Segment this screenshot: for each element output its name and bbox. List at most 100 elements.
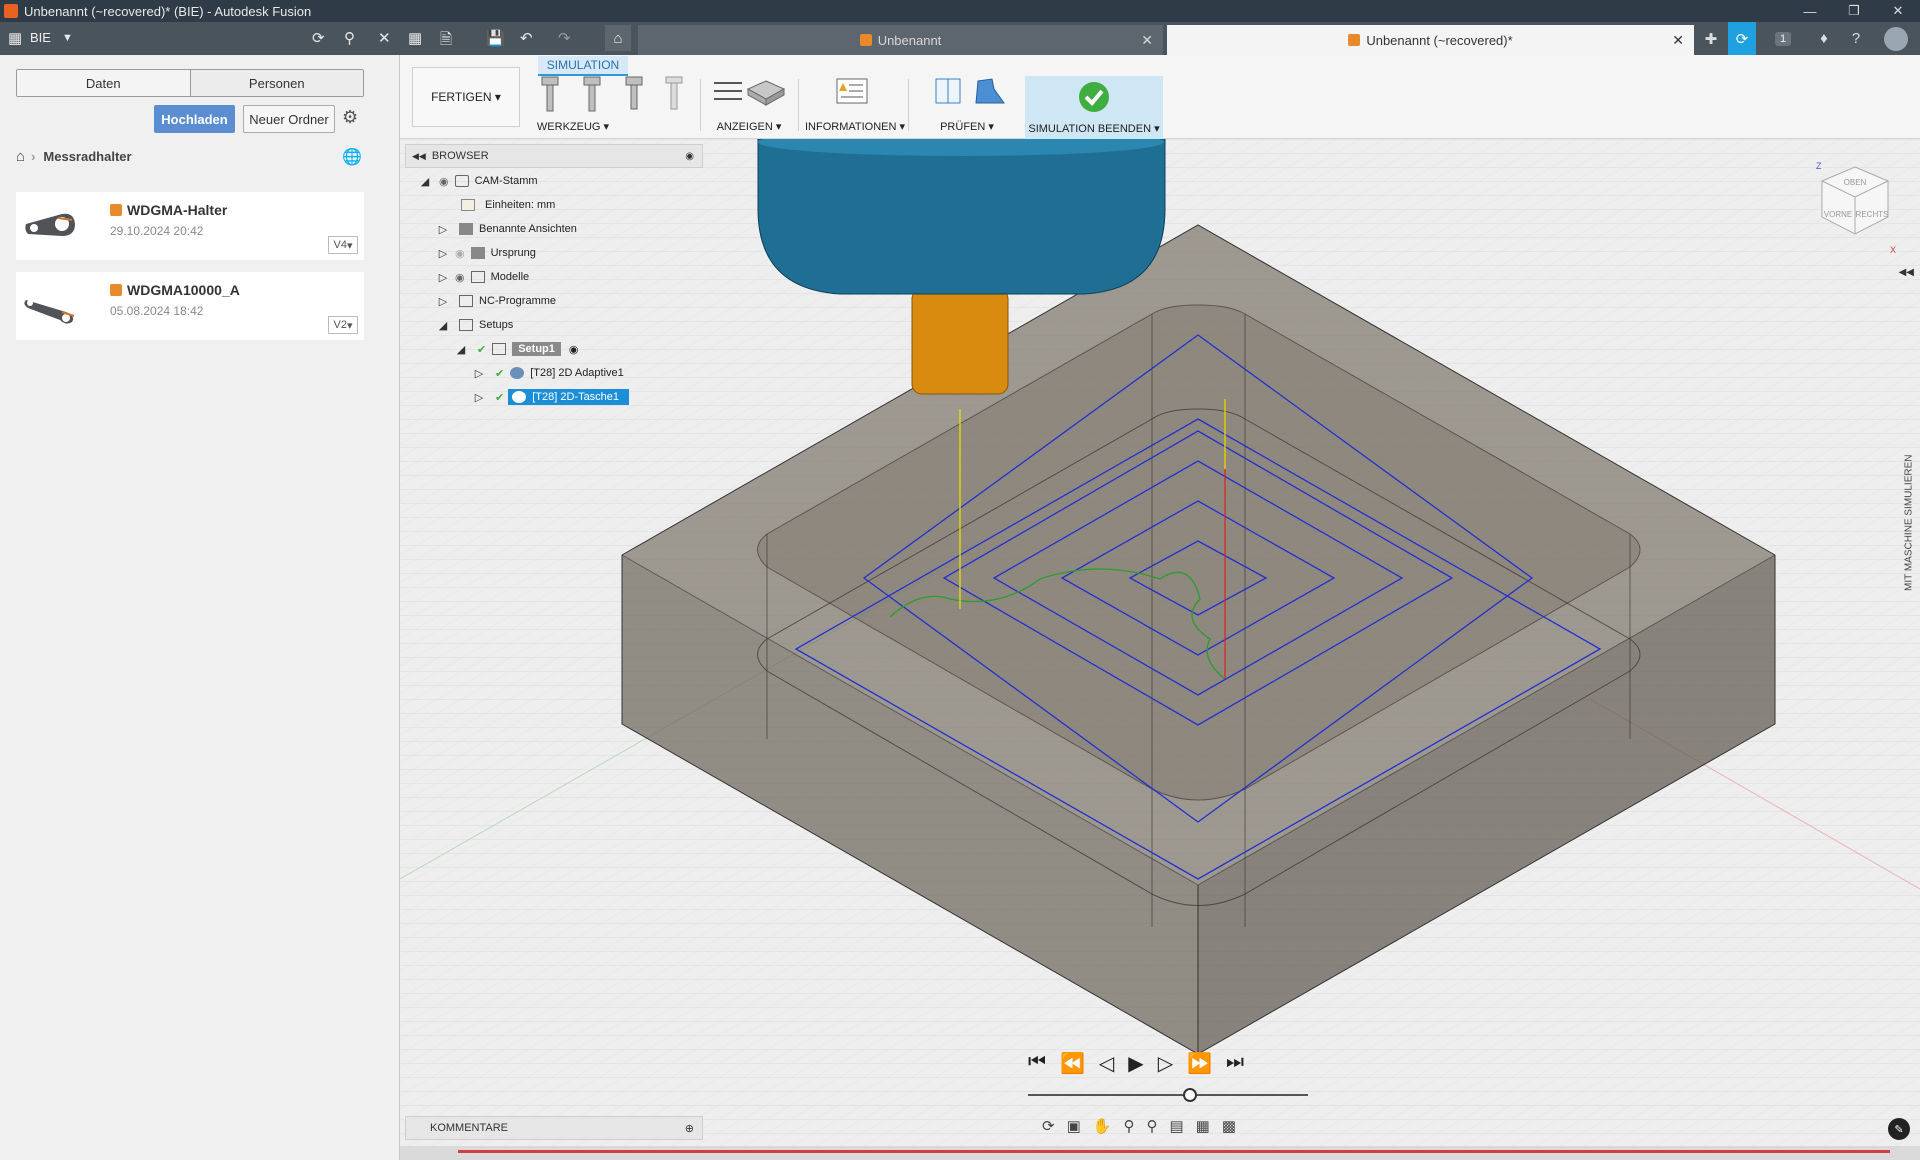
browser-title: BROWSER (431, 150, 489, 162)
tree-item-models[interactable]: ▷ ◉ Modelle (437, 266, 529, 288)
orbit-icon[interactable]: ⟳ (1042, 1117, 1055, 1135)
gear-icon[interactable]: ⚙ (342, 107, 358, 128)
collapse-browser-icon[interactable]: ◀◀ (412, 151, 426, 162)
tab-unbenannt[interactable]: Unbenannt ✕ (638, 25, 1163, 55)
expand-icon[interactable]: ▷ (473, 367, 485, 380)
bell-icon[interactable]: ♦ (1810, 22, 1838, 55)
grid-settings-icon[interactable]: ▦ (1196, 1117, 1210, 1135)
browser-options-icon[interactable]: ◉ (685, 151, 694, 162)
version-badge[interactable]: V2 ▾ (328, 316, 358, 334)
avatar[interactable] (1880, 22, 1912, 55)
next-operation-icon[interactable]: ⏩ (1187, 1051, 1212, 1076)
workspace-switcher[interactable]: FERTIGEN ▾ (412, 67, 520, 127)
check-group[interactable]: PRÜFEN ▾ (918, 75, 1016, 135)
expand-icon[interactable]: ▷ (473, 391, 485, 404)
expand-icon[interactable]: ▷ (437, 271, 449, 284)
grid-icon[interactable]: ▦ (408, 29, 422, 47)
skip-start-icon[interactable]: ⏮ (1028, 1051, 1046, 1076)
breadcrumb: ⌂ › Messradhalter (16, 148, 132, 165)
sync-icon[interactable]: ⟳ (1728, 22, 1756, 55)
fit-icon[interactable]: ⚲ (1146, 1117, 1157, 1135)
close-tab-icon[interactable]: ✕ (1672, 32, 1684, 49)
tab-unbenannt-recovered[interactable]: Unbenannt (~recovered)* ✕ (1167, 25, 1694, 55)
feedback-icon[interactable]: ✎ (1888, 1118, 1910, 1140)
redo-icon[interactable]: ↷ (558, 29, 571, 47)
simulate-with-machine-panel[interactable]: MIT MASCHINE SIMULIEREN (1898, 403, 1920, 643)
tab-daten[interactable]: Daten (17, 70, 190, 96)
tree-item-named-views[interactable]: ▷ Benannte Ansichten (437, 218, 577, 240)
info-group[interactable]: INFORMATIONEN ▾ (805, 75, 905, 135)
tree-item-setup1[interactable]: ◢ ✔ Setup1 ◉ (455, 338, 579, 360)
list-item[interactable]: WDGMA-Halter 29.10.2024 20:42 V4 ▾ (16, 192, 364, 260)
apps-grid-icon[interactable]: ▦ (8, 29, 22, 47)
home-icon[interactable]: ⌂ (16, 148, 25, 165)
close-panel-icon[interactable]: ✕ (378, 29, 391, 47)
info-label: INFORMATIONEN (805, 121, 897, 133)
new-folder-button[interactable]: Neuer Ordner (243, 105, 335, 133)
zoom-icon[interactable]: ⚲ (1123, 1117, 1134, 1135)
show-group[interactable]: ANZEIGEN ▾ (708, 75, 790, 135)
expand-icon[interactable]: ▷ (437, 247, 449, 260)
eye-off-icon[interactable]: ◉ (455, 247, 465, 260)
play-icon[interactable]: ▶ (1128, 1051, 1143, 1076)
close-window-button[interactable]: ✕ (1876, 0, 1920, 22)
skip-end-icon[interactable]: ⏭ (1226, 1051, 1244, 1076)
close-tab-icon[interactable]: ✕ (1141, 32, 1153, 49)
search-icon[interactable]: ⚲ (344, 29, 355, 47)
end-simulation-button[interactable]: SIMULATION BEENDEN ▾ (1025, 76, 1163, 139)
refresh-icon[interactable]: ⟳ (312, 29, 325, 47)
home-icon[interactable]: ⌂ (605, 25, 631, 51)
viewports-icon[interactable]: ▩ (1222, 1117, 1236, 1135)
globe-icon[interactable]: 🌐 (342, 147, 362, 167)
breadcrumb-current[interactable]: Messradhalter (43, 149, 131, 164)
step-back-icon[interactable]: ◁ (1099, 1051, 1114, 1076)
tree-item-cam-root[interactable]: ◢ ◉ CAM-Stamm (419, 170, 538, 192)
list-item[interactable]: WDGMA10000_A 05.08.2024 18:42 V2 ▾ (16, 272, 364, 340)
version-badge[interactable]: V4 ▾ (328, 236, 358, 254)
tab-simulation[interactable]: SIMULATION (538, 56, 628, 76)
new-tab-icon[interactable]: ✚ (1698, 22, 1724, 55)
tree-item-op2[interactable]: ▷ ✔ [T28] 2D-Tasche1 (473, 386, 630, 408)
undo-icon[interactable]: ↶ (520, 29, 533, 47)
tree-item-origin[interactable]: ▷ ◉ Ursprung (437, 242, 536, 264)
tool-group[interactable]: WERKZEUG ▾ (536, 75, 690, 135)
save-icon[interactable]: 💾 (486, 29, 505, 47)
team-switcher[interactable]: BIE (30, 30, 51, 45)
tree-item-op1[interactable]: ▷ ✔ [T28] 2D Adaptive1 (473, 362, 624, 384)
restore-button[interactable]: ❐ (1832, 0, 1876, 22)
display-settings-icon[interactable]: ▤ (1169, 1117, 1183, 1135)
3d-viewport[interactable]: OBEN VORNE RECHTS Z X ◀◀ MIT MASCHINE SI… (400, 139, 1920, 1160)
playback-slider[interactable] (1028, 1088, 1308, 1102)
look-at-icon[interactable]: ▣ (1067, 1117, 1081, 1135)
viewcube[interactable]: OBEN VORNE RECHTS Z X (1810, 159, 1900, 259)
add-comment-icon[interactable]: ⊕ (685, 1122, 694, 1135)
prev-operation-icon[interactable]: ⏪ (1060, 1051, 1085, 1076)
browser-panel-header[interactable]: ◀◀ BROWSER ◉ (405, 144, 703, 168)
help-icon[interactable]: ? (1842, 22, 1870, 55)
collapse-icon[interactable]: ◢ (455, 343, 467, 356)
collapse-icon[interactable]: ◢ (437, 319, 449, 332)
tree-item-label: Ursprung (490, 247, 536, 259)
timeline[interactable] (400, 1146, 1920, 1160)
pan-icon[interactable]: ✋ (1093, 1117, 1112, 1135)
minimize-button[interactable]: — (1788, 0, 1832, 22)
tree-item-label: [T28] 2D-Tasche1 (532, 391, 620, 403)
activate-setup-icon[interactable]: ◉ (569, 343, 579, 356)
job-status[interactable]: 1 (1762, 22, 1804, 55)
collapse-side-panel-icon[interactable]: ◀◀ (1899, 267, 1914, 278)
tree-item-setups[interactable]: ◢ Setups (437, 314, 513, 336)
eye-icon[interactable]: ◉ (439, 175, 449, 188)
collapse-icon[interactable]: ◢ (419, 175, 431, 188)
viewcube-front: VORNE (1824, 210, 1852, 219)
upload-button[interactable]: Hochladen (154, 105, 235, 133)
comments-panel[interactable]: KOMMENTARE ⊕ (405, 1116, 703, 1140)
expand-icon[interactable]: ▷ (437, 223, 449, 236)
tree-item-nc-programs[interactable]: ▷ NC-Programme (437, 290, 556, 312)
tree-item-units[interactable]: Einheiten: mm (455, 194, 555, 216)
chevron-down-icon[interactable]: ▼ (62, 32, 73, 44)
tab-personen[interactable]: Personen (189, 70, 363, 96)
file-menu-icon[interactable]: 🗎 (440, 29, 452, 54)
step-forward-icon[interactable]: ▷ (1158, 1051, 1173, 1076)
eye-icon[interactable]: ◉ (455, 271, 465, 284)
expand-icon[interactable]: ▷ (437, 295, 449, 308)
